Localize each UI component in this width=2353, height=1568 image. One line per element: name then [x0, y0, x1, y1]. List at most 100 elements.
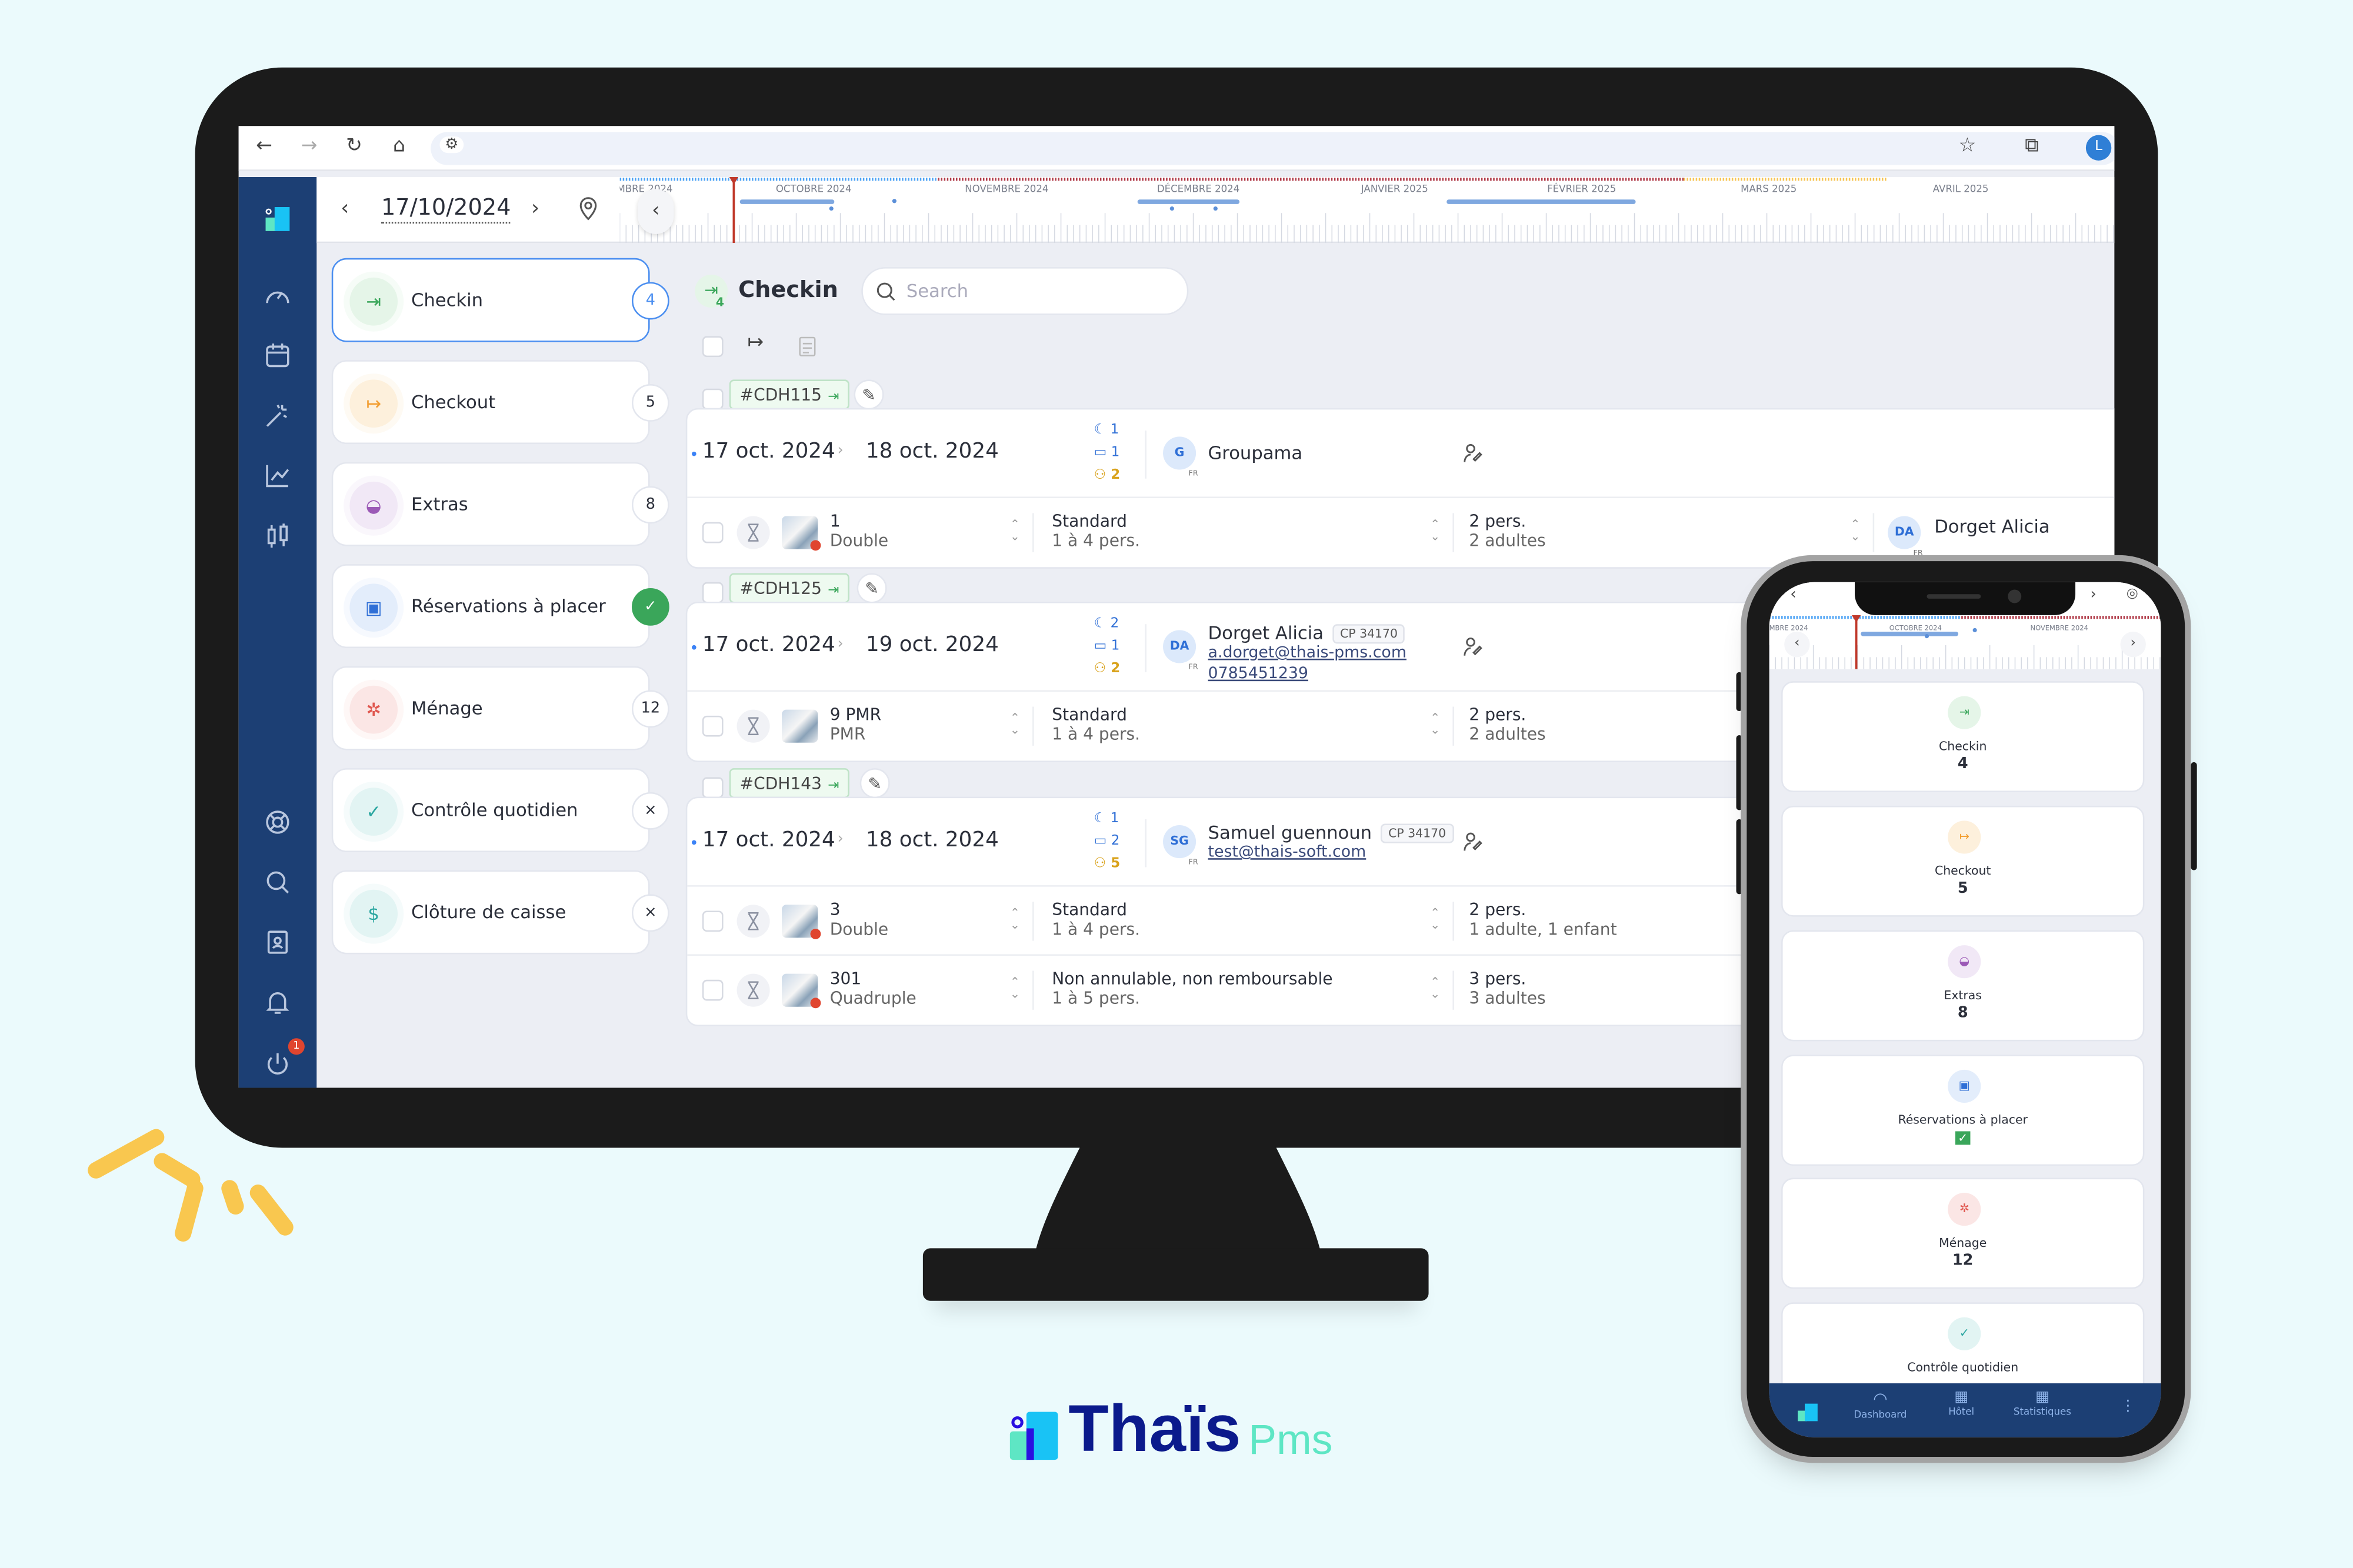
calendar-icon[interactable]: [262, 341, 292, 371]
hourglass-icon[interactable]: [736, 905, 770, 938]
dashboard-gauge-icon[interactable]: [262, 281, 292, 311]
task-card-0[interactable]: ⇥ Checkin 4: [331, 258, 669, 342]
nights-count: ☾ 1: [1094, 423, 1119, 438]
hourglass-icon[interactable]: [736, 973, 770, 1007]
forward-arrow-icon[interactable]: →: [297, 135, 321, 158]
timeline-scroll-left-button[interactable]: ‹: [638, 189, 674, 234]
client-email-link[interactable]: a.dorget@thais-pms.com: [1208, 643, 1407, 662]
room-select-chevron-icon[interactable]: ⌃ ⌄: [1010, 712, 1020, 737]
reservation-checkbox[interactable]: [702, 582, 724, 603]
assign-guest-icon[interactable]: [1462, 831, 1483, 852]
statistics-chart-icon[interactable]: [262, 461, 292, 491]
candlestick-icon[interactable]: [262, 521, 292, 551]
assign-guest-icon[interactable]: [1462, 443, 1483, 464]
rate-select-chevron-icon[interactable]: ⌃ ⌄: [1430, 907, 1440, 932]
reload-icon[interactable]: ↻: [342, 135, 366, 158]
guests-count: ⚇ 2: [1094, 661, 1121, 677]
room-select-chevron-icon[interactable]: ⌃ ⌄: [1010, 976, 1020, 1001]
room-checkbox[interactable]: [702, 910, 724, 932]
app-logo-icon[interactable]: [1797, 1402, 1821, 1423]
timeline-scroll-right-button[interactable]: ›: [2120, 631, 2146, 658]
edit-pencil-icon[interactable]: ✎: [859, 768, 890, 799]
client-phone-link[interactable]: 0785451239: [1208, 665, 1308, 683]
next-day-button[interactable]: ›: [531, 196, 539, 221]
task-card-3[interactable]: ▣ Réservations à placer ✓: [331, 564, 669, 649]
phone-task-card-2[interactable]: ◒ Extras 8: [1781, 930, 2145, 1042]
phone-task-card-1[interactable]: ↦ Checkout 5: [1781, 805, 2145, 917]
rate-select-chevron-icon[interactable]: ⌃ ⌄: [1430, 712, 1440, 737]
hourglass-icon[interactable]: [736, 709, 770, 743]
task-card-4[interactable]: ✲ Ménage 12: [331, 666, 669, 750]
phone-task-card-0[interactable]: ⇥ Checkin 4: [1781, 681, 2145, 792]
reservation-code-tag[interactable]: #CDH115 ⇥: [729, 379, 850, 410]
extensions-icon[interactable]: ⧉: [2020, 135, 2044, 158]
task-card-6[interactable]: $ Clôture de caisse ×: [331, 870, 669, 955]
occupancy-detail: 2 adultes: [1469, 725, 1546, 745]
rate-select-chevron-icon[interactable]: ⌃ ⌄: [1430, 518, 1440, 543]
site-settings-icon[interactable]: ⚙: [439, 136, 464, 154]
phone-task-card-4[interactable]: ✲ Ménage 12: [1781, 1177, 2145, 1289]
document-icon[interactable]: [798, 336, 816, 357]
timeline-scroll-left-button[interactable]: ‹: [1784, 631, 1810, 658]
profile-avatar[interactable]: L: [2085, 135, 2112, 161]
reservation-checkbox[interactable]: [702, 777, 724, 799]
rate-select-chevron-icon[interactable]: ⌃ ⌄: [1430, 976, 1440, 1001]
location-pin-icon[interactable]: ◎: [2127, 586, 2138, 602]
reservation-card: 17 oct. 2024 › 18 oct. 2024 ☾ 1 ▭ 1 ⚇ 2 …: [685, 408, 2115, 569]
rooms-count: ▭ 1: [1094, 445, 1120, 461]
contact-book-icon[interactable]: [262, 928, 292, 958]
location-pin-icon[interactable]: [578, 196, 599, 221]
nav-statistiques[interactable]: ▦ Statistiques: [1997, 1389, 2087, 1417]
reservation-code-tag[interactable]: #CDH125 ⇥: [729, 573, 850, 603]
home-icon[interactable]: ⌂: [387, 135, 411, 158]
room-checkbox[interactable]: [702, 715, 724, 737]
search-input[interactable]: Search: [861, 267, 1189, 315]
edit-pencil-icon[interactable]: ✎: [856, 573, 887, 603]
nav-hotel[interactable]: ▦ Hôtel: [1917, 1389, 2007, 1417]
timeline-month-label: NOVEMBRE 2024: [2030, 625, 2088, 633]
star-icon[interactable]: ☆: [1955, 135, 1979, 158]
room-checkbox[interactable]: [702, 979, 724, 1001]
magic-wand-icon[interactable]: [262, 401, 292, 431]
reservation-checkbox[interactable]: [702, 388, 724, 410]
hourglass-icon[interactable]: [736, 516, 770, 549]
task-card-5[interactable]: ✓ Contrôle quotidien ×: [331, 768, 669, 852]
back-arrow-icon[interactable]: ←: [252, 135, 276, 158]
notification-bell-icon[interactable]: [262, 987, 292, 1017]
room-number: 9 PMR: [829, 705, 882, 725]
task-label: Checkin: [411, 289, 484, 311]
occupancy-chevron-icon[interactable]: ⌃⌄: [1850, 518, 1860, 543]
edit-pencil-icon[interactable]: ✎: [854, 379, 884, 410]
basket-icon: ◒: [1948, 945, 1981, 979]
address-bar[interactable]: [431, 132, 2115, 165]
search-icon[interactable]: [262, 867, 292, 897]
previous-day-button[interactable]: ‹: [341, 196, 349, 221]
previous-day-button[interactable]: ‹: [1790, 586, 1796, 603]
room-select-chevron-icon[interactable]: ⌃ ⌄: [1010, 907, 1020, 932]
room-checkbox[interactable]: [702, 522, 724, 543]
check-icon: ✓: [349, 788, 398, 836]
app-logo-icon[interactable]: [262, 202, 292, 232]
room-status-dot: [810, 540, 821, 551]
timeline[interactable]: MBRE 2024 OCTOBRE 2024 NOVEMBRE 2024 DÉC…: [619, 177, 2115, 243]
task-card-2[interactable]: ◒ Extras 8: [331, 462, 669, 546]
help-lifebuoy-icon[interactable]: [262, 807, 292, 837]
client-email-link[interactable]: test@thais-soft.com: [1208, 843, 1367, 862]
current-date[interactable]: 17/10/2024: [381, 194, 511, 224]
task-label: Réservations à placer: [411, 595, 606, 617]
next-day-button[interactable]: ›: [2091, 586, 2097, 603]
task-card-1[interactable]: ↦ Checkout 5: [331, 360, 669, 445]
reservation-code-tag[interactable]: #CDH143 ⇥: [729, 768, 850, 799]
guest-name[interactable]: Dorget Alicia: [1934, 516, 2049, 538]
task-label: Réservations à placer: [1898, 1113, 2028, 1127]
assign-guest-icon[interactable]: [1462, 636, 1483, 658]
more-menu-icon[interactable]: ⋮: [2121, 1399, 2136, 1415]
phone-task-card-3[interactable]: ▣ Réservations à placer ✓: [1781, 1055, 2145, 1166]
power-logout-icon[interactable]: [262, 1049, 292, 1079]
checkin-action-icon[interactable]: ↦: [747, 332, 764, 354]
select-all-checkbox[interactable]: [702, 336, 724, 358]
nav-dashboard[interactable]: ◠ Dashboard: [1835, 1389, 1925, 1421]
room-select-chevron-icon[interactable]: ⌃ ⌄: [1010, 518, 1020, 543]
room-type: Double: [829, 919, 889, 939]
bed-icon: ▭: [1094, 834, 1107, 849]
